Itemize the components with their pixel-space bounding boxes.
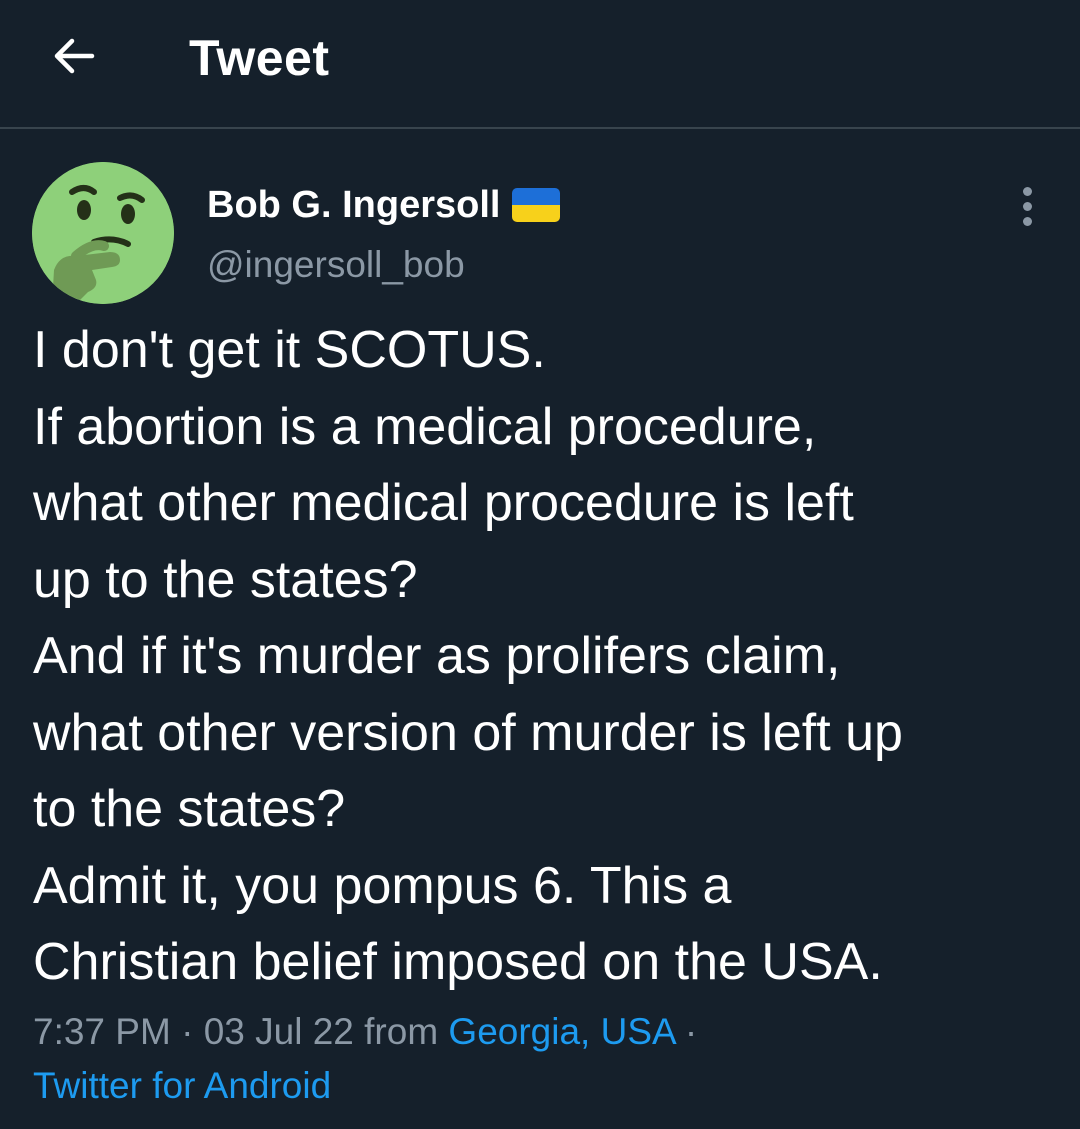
tweet-text-line: up to the states? [33, 550, 418, 609]
tweet-text-line: to the states? [33, 780, 346, 838]
more-vertical-icon-dot [1022, 216, 1032, 226]
tweet-text-line: what other medical procedure is left [33, 474, 854, 532]
tweet-text-line: what other version of murder is left up [33, 703, 903, 762]
thinking-face-icon [32, 162, 174, 304]
arrow-left-icon [54, 38, 95, 74]
meta-from-label: from [353, 1011, 449, 1052]
tweet-date[interactable]: 03 Jul 22 [204, 1011, 354, 1052]
author-name-row: Bob G. Ingersoll [207, 180, 561, 230]
tweet-text-line: Admit it, you pompus 6. This a [33, 856, 732, 915]
author-handle[interactable]: @ingersoll_bob [207, 242, 465, 288]
page-title: Tweet [189, 30, 330, 86]
tweet-time[interactable]: 7:37 PM [33, 1011, 171, 1052]
tweet-text-line: And if it's murder as prolifers claim, [33, 627, 841, 685]
tweet-text: I don't get it SCOTUS. If abortion is a … [33, 312, 1063, 1001]
ukraine-flag-icon [512, 188, 561, 222]
tweet-client-link[interactable]: Twitter for Android [33, 1060, 331, 1112]
author-display-name[interactable]: Bob G. Ingersoll [207, 182, 500, 228]
back-button[interactable] [44, 26, 104, 86]
tweet-text-line: Christian belief imposed on the USA. [33, 933, 883, 991]
more-vertical-icon [1022, 186, 1032, 196]
top-app-bar: Tweet [0, 0, 1080, 129]
more-vertical-icon-dot [1022, 201, 1032, 211]
more-options-button[interactable] [1005, 180, 1049, 232]
tweet-location-link[interactable]: Georgia, USA [448, 1011, 674, 1052]
tweet-text-line: I don't get it SCOTUS. [33, 321, 546, 379]
tweet-text-line: If abortion is a medical procedure, [33, 397, 817, 456]
meta-separator: · [170, 1011, 204, 1052]
avatar[interactable] [32, 162, 174, 304]
meta-separator: · [674, 1011, 698, 1052]
tweet-metadata: 7:37 PM · 03 Jul 22 from Georgia, USA · [33, 1006, 697, 1058]
